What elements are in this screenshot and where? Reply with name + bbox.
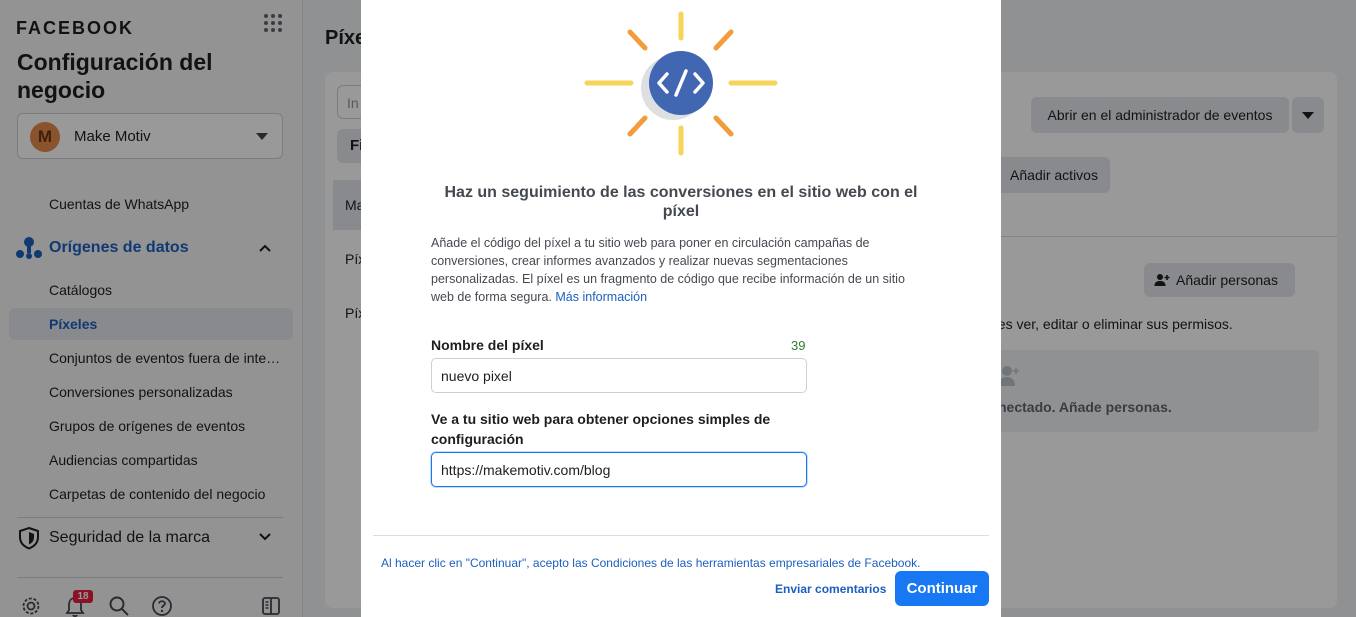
continue-button[interactable]: Continuar (895, 571, 989, 606)
code-sun-illustration (584, 11, 778, 156)
character-counter: 39 (791, 338, 806, 353)
website-url-input[interactable] (431, 452, 807, 487)
send-feedback-button[interactable]: Enviar comentarios (775, 582, 886, 596)
dialog-description: Añade el código del píxel a tu sitio web… (431, 234, 921, 306)
learn-more-link[interactable]: Más información (555, 290, 647, 304)
terms-link[interactable]: Al hacer clic en "Continuar", acepto las… (381, 556, 920, 570)
website-label: Ve a tu sitio web para obtener opciones … (431, 411, 771, 447)
pixel-name-label: Nombre del píxel (431, 337, 544, 353)
description-text: Añade el código del píxel a tu sitio web… (431, 236, 905, 304)
divider (373, 535, 989, 536)
dialog-title: Haz un seguimiento de las conversiones e… (444, 184, 918, 220)
create-pixel-dialog: Haz un seguimiento de las conversiones e… (361, 0, 1001, 617)
pixel-name-input[interactable] (431, 358, 807, 393)
